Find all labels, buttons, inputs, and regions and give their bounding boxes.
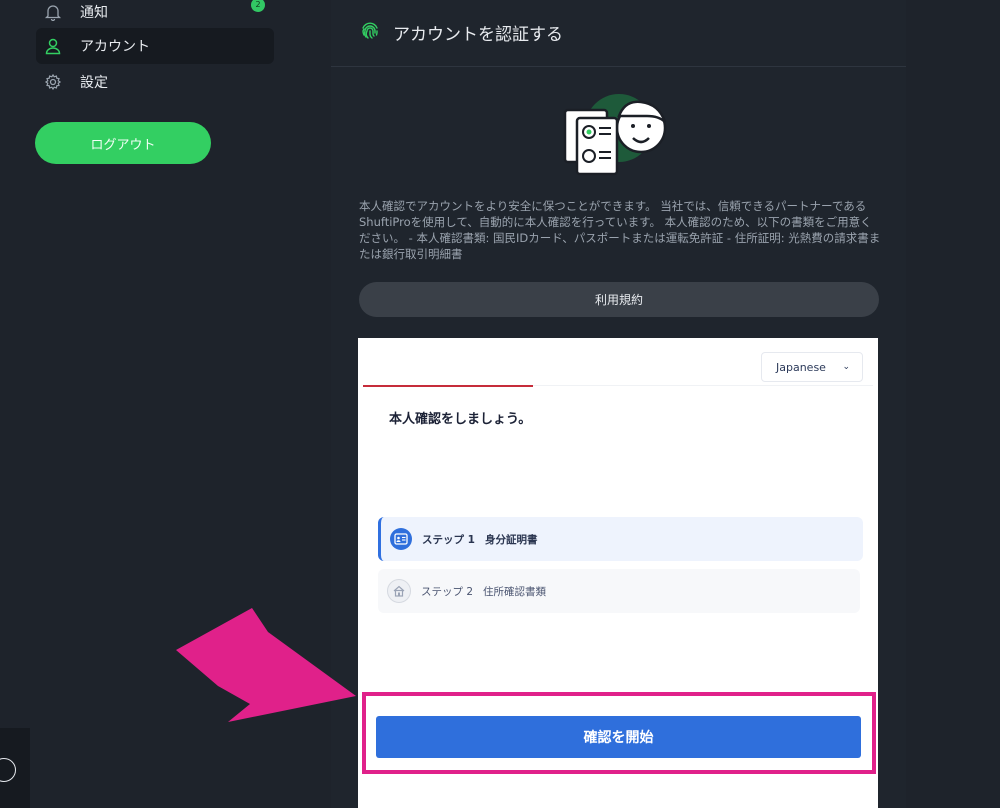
step-name: 身分証明書 [484, 533, 538, 546]
step-number: ステップ 1 [422, 533, 475, 546]
panel-header: アカウントを認証する [331, 0, 906, 67]
language-select[interactable]: Japanese ⌄ [761, 352, 863, 382]
progress-indicator [363, 385, 533, 387]
identity-illustration-icon [563, 94, 667, 176]
sidebar-item-settings[interactable]: 設定 [36, 64, 274, 100]
step-identity-document[interactable]: ステップ 1 身分証明書 [378, 517, 863, 561]
terms-button[interactable]: 利用規約 [359, 282, 879, 317]
progress-track [533, 385, 873, 386]
sidebar-item-label: 通知 [80, 5, 108, 21]
id-card-icon [390, 528, 412, 550]
verification-heading: 本人確認をしましょう。 [389, 412, 532, 427]
sidebar-item-notifications[interactable]: 通知 2 [36, 0, 274, 30]
pointer-arrow-icon [176, 608, 356, 722]
gear-icon [42, 71, 64, 93]
logout-button[interactable]: ログアウト [35, 122, 211, 164]
sidebar-item-account[interactable]: アカウント [36, 28, 274, 64]
house-icon [387, 579, 411, 603]
chevron-down-icon: ⌄ [842, 362, 850, 372]
right-background [906, 0, 1000, 808]
sidebar-item-label: アカウント [80, 39, 150, 55]
step-name: 住所確認書類 [483, 585, 547, 598]
fingerprint-icon [359, 20, 381, 42]
user-icon [42, 35, 64, 57]
step-address-document[interactable]: ステップ 2 住所確認書類 [378, 569, 860, 613]
step-number: ステップ 2 [421, 585, 474, 598]
bell-icon [42, 1, 64, 23]
page-title: アカウントを認証する [393, 25, 563, 45]
language-value: Japanese [776, 360, 826, 374]
description-text: 本人確認でアカウントをより安全に保つことができます。 当社では、信頼できるパート… [359, 199, 881, 261]
notification-badge: 2 [251, 0, 265, 12]
sidebar-item-label: 設定 [80, 75, 108, 91]
highlight-box [362, 692, 876, 774]
